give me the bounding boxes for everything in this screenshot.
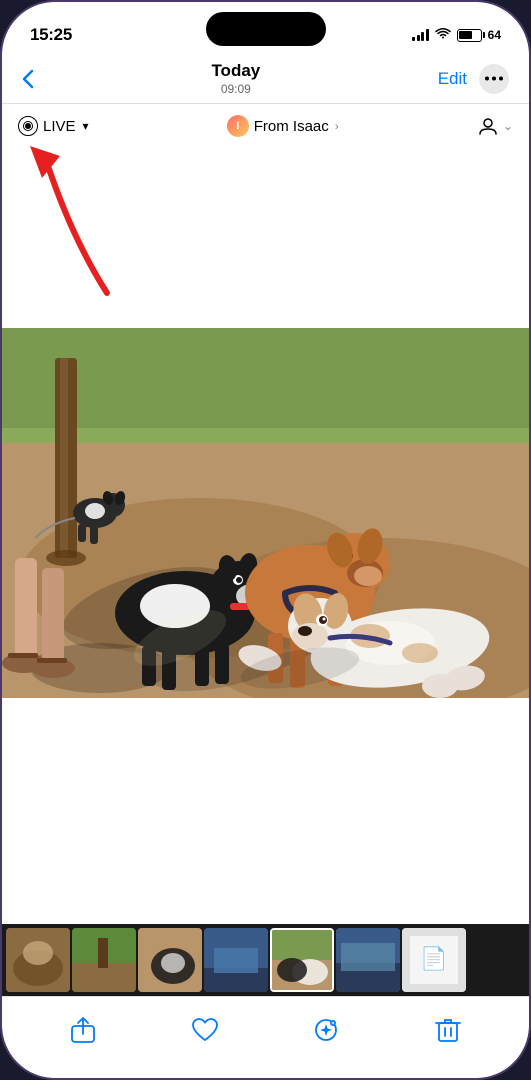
battery-body	[457, 29, 482, 42]
status-time: 15:25	[30, 25, 72, 45]
nav-actions: Edit	[438, 64, 509, 94]
photo-svg	[2, 328, 529, 698]
thumbnail-2[interactable]	[72, 928, 136, 992]
battery-fill	[459, 31, 472, 39]
thumbnail-5-selected[interactable]	[270, 928, 334, 992]
nav-bar: Today 09:09 Edit	[2, 54, 529, 104]
battery-tip	[483, 32, 485, 38]
photo-toolbar: LIVE ▾ I From Isaac › ⌄	[2, 104, 529, 148]
thumbnail-strip: 📄	[2, 924, 529, 996]
red-arrow-annotation	[22, 138, 132, 298]
sparkle-icon	[312, 1016, 340, 1044]
battery-text: 64	[488, 28, 501, 42]
signal-bar-4	[426, 29, 429, 41]
person-icon	[477, 115, 499, 137]
share-icon	[70, 1016, 96, 1044]
photo-content	[2, 328, 529, 698]
trash-icon	[435, 1016, 461, 1044]
live-chevron-icon: ▾	[83, 119, 89, 133]
bottom-toolbar	[2, 996, 529, 1078]
battery-icon: 64	[457, 28, 501, 42]
favorite-button[interactable]	[183, 1008, 227, 1052]
share-button[interactable]	[61, 1008, 105, 1052]
from-chevron-icon: ›	[335, 119, 339, 133]
from-text: From Isaac	[254, 118, 329, 135]
white-space-top	[2, 148, 529, 328]
live-label: LIVE	[43, 118, 76, 135]
phone-frame: 15:25	[0, 0, 531, 1080]
wifi-icon	[435, 27, 451, 44]
person-badge[interactable]: ⌄	[477, 115, 513, 137]
nav-edit-button[interactable]: Edit	[438, 69, 467, 89]
live-badge[interactable]: LIVE ▾	[18, 116, 89, 136]
from-badge[interactable]: I From Isaac ›	[227, 115, 339, 137]
from-avatar: I	[227, 115, 249, 137]
nav-subtitle: 09:09	[211, 82, 260, 96]
delete-button[interactable]	[426, 1008, 470, 1052]
white-space-bottom	[2, 698, 529, 924]
thumbnail-3[interactable]	[138, 928, 202, 992]
heart-icon	[191, 1017, 219, 1043]
person-chevron-icon: ⌄	[503, 119, 513, 133]
phone-screen: 15:25	[2, 2, 529, 1078]
nav-more-button[interactable]	[479, 64, 509, 94]
nav-center: Today 09:09	[211, 61, 260, 96]
dynamic-island	[206, 12, 326, 46]
thumbnail-7[interactable]: 📄	[402, 928, 466, 992]
thumbnail-4[interactable]	[204, 928, 268, 992]
thumbnail-6[interactable]	[336, 928, 400, 992]
live-photo-icon	[18, 116, 38, 136]
signal-bar-2	[417, 35, 420, 41]
live-ring	[23, 121, 33, 131]
smart-edit-button[interactable]	[304, 1008, 348, 1052]
nav-back-button[interactable]	[22, 69, 34, 89]
signal-bars-icon	[412, 29, 429, 41]
svg-text:📄: 📄	[420, 946, 447, 971]
thumbnail-1[interactable]	[6, 928, 70, 992]
status-icons: 64	[412, 27, 501, 44]
signal-bar-3	[421, 32, 424, 41]
nav-title: Today	[211, 61, 260, 81]
signal-bar-1	[412, 37, 415, 41]
main-photo[interactable]	[2, 328, 529, 698]
